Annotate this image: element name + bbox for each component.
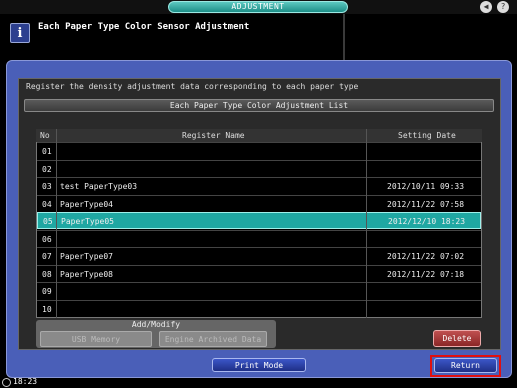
table-header: No Register Name Setting Date bbox=[36, 129, 482, 142]
return-button[interactable]: Return bbox=[434, 358, 497, 373]
row-number: 01 bbox=[42, 147, 52, 156]
table-row[interactable]: 09 bbox=[37, 282, 481, 299]
table-row[interactable]: 05 PaperType05 2012/12/10 18:23 bbox=[37, 212, 481, 229]
table-row[interactable]: 06 bbox=[37, 229, 481, 247]
table-row[interactable]: 03 test PaperType03 2012/10/11 09:33 bbox=[37, 177, 481, 194]
row-register-name: test PaperType03 bbox=[60, 182, 138, 191]
row-setting-date: 2012/12/10 18:23 bbox=[388, 217, 466, 226]
row-setting-date: 2012/11/22 07:18 bbox=[387, 269, 465, 279]
help-icon[interactable]: ? bbox=[497, 1, 509, 13]
column-register-name: Register Name bbox=[182, 131, 245, 140]
row-register-name: PaperType07 bbox=[60, 252, 113, 261]
row-number: 09 bbox=[42, 287, 52, 296]
column-divider bbox=[366, 129, 367, 318]
table-row[interactable]: 07 PaperType07 2012/11/22 07:02 bbox=[37, 247, 481, 264]
status-time: 18:23 bbox=[13, 377, 38, 386]
row-number: 06 bbox=[42, 234, 52, 244]
info-icon: i bbox=[10, 23, 30, 43]
page-title: Each Paper Type Color Sensor Adjustment bbox=[38, 22, 250, 32]
column-setting-date: Setting Date bbox=[398, 131, 456, 140]
delete-button[interactable]: Delete bbox=[433, 330, 481, 347]
row-number: 02 bbox=[42, 164, 52, 174]
window-title: ADJUSTMENT bbox=[231, 2, 285, 11]
add-modify-label: Add/Modify bbox=[131, 320, 181, 329]
instruction-text: Register the density adjustment data cor… bbox=[26, 82, 359, 91]
row-number: 08 bbox=[42, 269, 52, 279]
row-setting-date: 2012/11/22 07:02 bbox=[387, 252, 465, 261]
row-number: 05 bbox=[43, 217, 53, 226]
usb-memory-button[interactable]: USB Memory bbox=[40, 331, 152, 347]
speaker-icon[interactable]: ◀ bbox=[480, 1, 492, 13]
clock-icon bbox=[2, 378, 11, 387]
table-row[interactable]: 08 PaperType08 2012/11/22 07:18 bbox=[37, 264, 481, 282]
row-register-name: PaperType04 bbox=[60, 199, 113, 209]
row-number: 03 bbox=[42, 182, 52, 191]
row-number: 10 bbox=[42, 304, 52, 314]
row-number: 07 bbox=[42, 252, 52, 261]
column-no: No bbox=[40, 131, 50, 140]
table-row[interactable]: 04 PaperType04 2012/11/22 07:58 bbox=[37, 194, 481, 212]
column-divider bbox=[56, 129, 57, 318]
row-number: 04 bbox=[42, 199, 52, 209]
print-mode-button[interactable]: Print Mode bbox=[212, 358, 306, 372]
row-register-name: PaperType05 bbox=[61, 217, 114, 226]
engine-archived-data-button[interactable]: Engine Archived Data bbox=[159, 331, 267, 347]
table-row[interactable]: 02 bbox=[37, 159, 481, 177]
header-divider bbox=[343, 14, 345, 60]
table-row[interactable]: 01 bbox=[37, 142, 481, 159]
row-setting-date: 2012/11/22 07:58 bbox=[387, 199, 465, 209]
row-register-name: PaperType08 bbox=[60, 269, 113, 279]
table-row[interactable]: 10 bbox=[37, 299, 481, 317]
row-setting-date: 2012/10/11 09:33 bbox=[387, 182, 465, 191]
list-title: Each Paper Type Color Adjustment List bbox=[169, 101, 349, 110]
